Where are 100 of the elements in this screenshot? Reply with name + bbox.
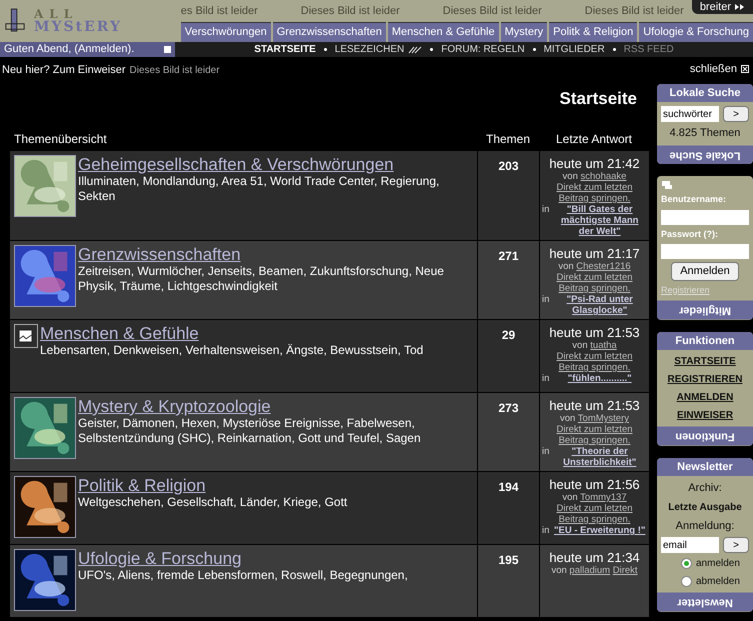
broken-image-text: Dieses Bild ist leider (130, 64, 220, 78)
in-label: in (542, 446, 550, 459)
search-field[interactable]: suchwörter (661, 106, 719, 122)
panel-footer: Funktionen (657, 427, 753, 446)
bookmark-icon (408, 46, 422, 54)
column-header: Themenübersicht (13, 131, 108, 148)
jump-link[interactable]: Direkt zum letzten Beitrag springen. (542, 272, 647, 294)
broken-image-icon (14, 324, 38, 348)
close-icon[interactable] (741, 65, 749, 74)
category-tab[interactable]: Politk & Religion (549, 22, 638, 42)
in-label: in (542, 525, 550, 536)
logo-text: MYStERY (34, 20, 122, 34)
last-post-time: heute um 21:53 (549, 398, 640, 413)
topics-cell: 203 (478, 151, 539, 240)
jump-link[interactable]: Direkt zum letzten Beitrag springen. (542, 182, 647, 204)
broken-image-text: Dieses Bild ist leider (442, 4, 542, 19)
user-link[interactable]: TomMystery (578, 413, 629, 424)
forum-description: Weltgeschehen, Gesellschaft, Länder, Kriege, Gott (78, 495, 348, 510)
forum-title-link[interactable]: Menschen & Gefühle (40, 324, 424, 343)
last-post-time: heute um 21:56 (549, 477, 640, 492)
username-label: Benutzername: (661, 193, 728, 206)
forum-title-link[interactable]: Ufologie & Forschung (78, 549, 408, 568)
nav-link[interactable]: STARTSEITE (254, 42, 316, 57)
broken-image-text: es Bild ist leider (180, 4, 258, 19)
topics-cell: 194 (478, 472, 539, 544)
password-field[interactable] (661, 244, 749, 259)
login-button[interactable]: Anmelden (671, 262, 739, 280)
in-label: in (542, 373, 550, 384)
user-link[interactable]: tuatha (590, 340, 617, 351)
user-link[interactable]: palladium (569, 565, 610, 576)
logo-text: ALL (34, 8, 78, 20)
nav-link[interactable]: RSS FEED (624, 42, 674, 57)
last-post-time: heute um 21:42 (549, 156, 640, 171)
forum-description: Illuminaten, Mondlandung, Area 51, World Trade Center, Regierung, Sekten (78, 174, 440, 204)
panel-title: Newsletter (657, 458, 753, 476)
forum-description: Zeitreisen, Wurmlöcher, Jenseits, Beamen, Zukunftsforschung, Neue Physik, Träume, Lichtgeschwindigkeit (78, 264, 445, 294)
by-label: von (562, 492, 578, 503)
in-label: in (542, 294, 550, 307)
user-link[interactable]: Tommy137 (580, 492, 627, 503)
by-label: von (551, 565, 567, 576)
intro-link[interactable]: Neu hier? Zum Einweiser (2, 62, 126, 78)
archive-link[interactable]: Letzte Ausgabe (661, 500, 749, 514)
jump-link[interactable]: Direkt zum letzten Beitrag springen. (542, 424, 647, 446)
username-field[interactable] (661, 210, 749, 224)
column-header: Themen (484, 131, 532, 148)
topics-cell: 271 (478, 241, 539, 319)
greeting-text: Guten Abend, (Anmelden). (4, 42, 134, 58)
radio-label: anmelden (696, 557, 740, 571)
signup-label: Anmeldung: (674, 518, 736, 534)
category-tab[interactable]: Mystery (500, 22, 548, 42)
double-arrow-icon (735, 4, 745, 10)
panel-title: Lokale Suche (657, 84, 753, 102)
user-link[interactable]: Chester1216 (576, 261, 631, 272)
topics-cell: 195 (478, 545, 539, 617)
thread-link[interactable]: "Bill Gates der mächtigste Mann der Welt" (552, 204, 647, 237)
in-label: in (542, 204, 550, 217)
jump-link[interactable]: Direkt zum letzten Beitrag springen. (542, 351, 647, 373)
nav-link[interactable]: FORUM: REGELN (441, 42, 525, 57)
function-link[interactable]: ANMELDEN (661, 390, 749, 405)
panel-title: Funktionen (657, 332, 753, 350)
search-button[interactable]: > (723, 106, 749, 122)
forum-description: Lebensarten, Denkweisen, Verhaltensweisen, Ängste, Bewusstsein, Tod (40, 343, 424, 358)
user-link[interactable]: schohaake (580, 171, 626, 182)
forum-title-link[interactable]: Mystery & Kryptozoologie (78, 397, 473, 416)
forum-title-link[interactable]: Grenzwissenschaften (78, 245, 473, 264)
members-icon (661, 180, 673, 190)
thread-link[interactable]: "EU - Erweiterung !" (552, 525, 647, 536)
broken-image-text: Dieses Bild ist leider (300, 4, 400, 19)
category-tab[interactable]: Menschen & Gefühle (388, 22, 499, 42)
function-link[interactable]: STARTSEITE (661, 354, 749, 369)
last-post-time: heute um 21:34 (549, 550, 640, 565)
by-label: von (562, 171, 578, 182)
email-field[interactable]: email (661, 537, 719, 553)
nav-link[interactable]: MITGLIEDER (544, 42, 605, 57)
nav-link[interactable]: LESEZEICHEN (334, 42, 404, 57)
panel-footer: Mitglieder (657, 301, 753, 320)
wide-button[interactable]: breiter (692, 0, 753, 14)
jump-link[interactable]: Direkt zum letzten Beitrag springen. (542, 503, 647, 525)
thread-link[interactable]: "Theorie der Unsterblichkeit" (552, 446, 647, 468)
subscribe-button[interactable]: > (723, 537, 749, 553)
function-link[interactable]: EINWEISER (661, 408, 749, 423)
panel-footer: Newsletter (657, 593, 753, 612)
close-link[interactable]: schließen (690, 61, 737, 78)
category-tab[interactable]: Ufologie & Forschung (639, 22, 753, 42)
thread-link[interactable]: "fühlen.........." (552, 373, 647, 384)
function-link[interactable]: REGISTRIEREN (661, 372, 749, 387)
radio-button[interactable] (681, 576, 692, 587)
thread-link[interactable]: "Psi-Rad unter Glasglocke" (552, 294, 647, 316)
jump-link[interactable]: Direkt (612, 565, 638, 576)
forum-title-link[interactable]: Geheimgesellschaften & Verschwörungen (78, 155, 473, 174)
forum-description: UFO's, Aliens, fremde Lebensformen, Roswell, Begegnungen, (78, 568, 408, 583)
category-tab[interactable]: Grenzwissenschaften (272, 22, 386, 42)
radio-button[interactable] (681, 558, 692, 569)
last-post-time: heute um 21:53 (549, 325, 640, 340)
category-tab[interactable]: Verschwörungen (180, 22, 271, 42)
topics-cell: 29 (478, 320, 539, 392)
square-icon (164, 46, 171, 53)
forum-title-link[interactable]: Politik & Religion (78, 476, 348, 495)
by-label: von (560, 413, 576, 424)
column-header: Letzte Antwort (554, 131, 634, 148)
